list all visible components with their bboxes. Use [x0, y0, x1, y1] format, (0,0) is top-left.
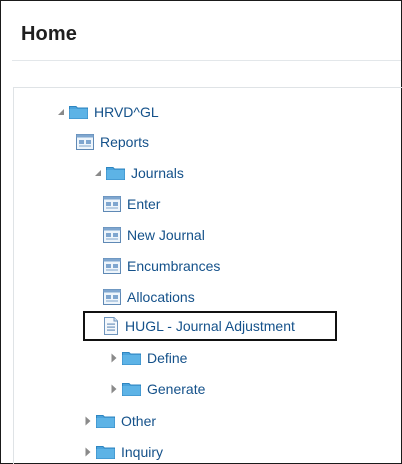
document-icon — [103, 317, 119, 335]
collapsed-triangle-icon[interactable] — [110, 353, 118, 363]
folder-icon — [106, 166, 125, 180]
folder-icon — [122, 351, 141, 365]
folder-icon — [69, 105, 88, 119]
tree-node-label[interactable]: New Journal — [127, 227, 205, 243]
tree-node-label[interactable]: Inquiry — [121, 444, 163, 460]
tree-node-label[interactable]: Allocations — [127, 289, 195, 305]
form-icon — [103, 258, 121, 274]
tree-node-root[interactable]: HRVD^GL — [57, 101, 159, 123]
tree-node-other[interactable]: Other — [84, 410, 156, 432]
page-title: Home — [21, 23, 77, 45]
collapsed-triangle-icon[interactable] — [110, 384, 118, 394]
expanded-triangle-icon[interactable] — [94, 168, 102, 178]
form-icon — [103, 227, 121, 243]
collapsed-triangle-icon[interactable] — [84, 416, 92, 426]
tree-node-reports[interactable]: Reports — [76, 131, 149, 153]
folder-icon — [122, 382, 141, 396]
tree-node-encumbrances[interactable]: Encumbrances — [103, 255, 220, 277]
tree-node-label[interactable]: Journals — [131, 165, 184, 181]
tree-node-allocations[interactable]: Allocations — [103, 286, 195, 308]
tree-node-label[interactable]: Define — [147, 350, 187, 366]
tree-node-label[interactable]: HRVD^GL — [94, 104, 159, 120]
tree-node-enter[interactable]: Enter — [103, 193, 160, 215]
tree-node-label[interactable]: Generate — [147, 381, 205, 397]
title-divider — [12, 60, 401, 61]
tree-node-generate[interactable]: Generate — [110, 378, 205, 400]
tree-node-hugl-journal-adjustment[interactable]: HUGL - Journal Adjustment — [103, 315, 295, 337]
tree-node-label[interactable]: Reports — [100, 134, 149, 150]
expanded-triangle-icon[interactable] — [57, 107, 65, 117]
tree-node-journals[interactable]: Journals — [94, 162, 184, 184]
folder-icon — [96, 445, 115, 459]
collapsed-triangle-icon[interactable] — [84, 447, 92, 457]
report-icon — [76, 134, 94, 150]
folder-icon — [96, 414, 115, 428]
form-icon — [103, 289, 121, 305]
tree-node-label[interactable]: Other — [121, 413, 156, 429]
form-icon — [103, 196, 121, 212]
tree-node-define[interactable]: Define — [110, 347, 187, 369]
tree-node-label[interactable]: Enter — [127, 196, 160, 212]
tree-node-label[interactable]: Encumbrances — [127, 258, 220, 274]
tree-node-label[interactable]: HUGL - Journal Adjustment — [125, 318, 295, 334]
tree-node-new-journal[interactable]: New Journal — [103, 224, 205, 246]
tree-node-inquiry[interactable]: Inquiry — [84, 441, 163, 463]
